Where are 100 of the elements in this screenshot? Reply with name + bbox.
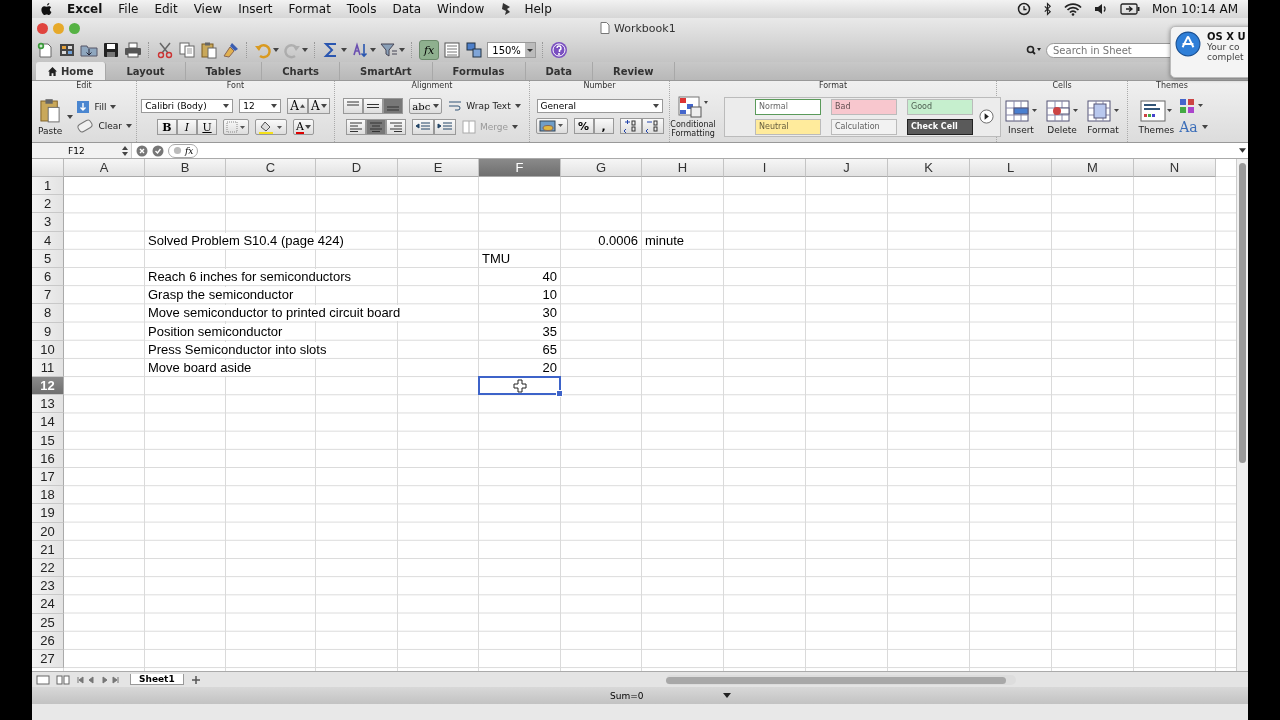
paste-icon[interactable] — [200, 41, 218, 59]
increase-indent-button[interactable] — [433, 119, 456, 135]
scissors-icon[interactable] — [156, 41, 174, 59]
percent-button[interactable]: % — [573, 118, 594, 134]
sort-icon[interactable] — [351, 41, 369, 59]
scrollbar-thumb[interactable] — [1239, 163, 1246, 463]
vertical-scrollbar[interactable] — [1236, 159, 1248, 671]
clear-button[interactable]: Clear — [76, 119, 132, 133]
column-header[interactable]: C — [226, 159, 316, 177]
increase-decimal-button[interactable] — [619, 118, 642, 134]
horizontal-scrollbar[interactable] — [665, 674, 1016, 685]
column-header[interactable]: L — [970, 159, 1052, 177]
column-header[interactable]: K — [888, 159, 970, 177]
new-document-icon[interactable] — [36, 41, 54, 59]
align-bottom-button[interactable] — [383, 98, 404, 114]
align-middle-button[interactable] — [363, 98, 384, 114]
zoom-dropdown[interactable]: 150% — [487, 42, 536, 58]
caret-icon[interactable] — [1239, 148, 1246, 153]
filter-icon[interactable] — [380, 41, 398, 59]
row-header[interactable]: 12 — [32, 377, 64, 396]
caret-icon[interactable] — [399, 48, 405, 52]
font-size-dropdown[interactable]: 12 — [239, 99, 282, 113]
menu-item[interactable]: Edit — [154, 0, 178, 18]
page-layout-icon[interactable] — [56, 674, 70, 685]
theme-colors-icon[interactable] — [1179, 98, 1206, 114]
borders-button[interactable] — [223, 119, 249, 135]
ribbon-tab[interactable]: Home — [36, 62, 107, 80]
sheet-tab[interactable]: Sheet1 — [130, 674, 184, 685]
brush-icon[interactable] — [222, 41, 240, 59]
save-icon[interactable] — [102, 41, 120, 59]
menu-item[interactable]: Window — [437, 0, 485, 18]
bold-button[interactable]: B — [157, 119, 177, 135]
row-header[interactable]: 3 — [32, 213, 64, 232]
check-icon[interactable] — [152, 144, 164, 157]
menu-item[interactable]: Insert — [238, 0, 273, 18]
add-sheet-icon[interactable] — [189, 673, 202, 686]
menu-clock[interactable]: Mon 10:14 AM — [1151, 0, 1238, 18]
help-icon[interactable] — [549, 41, 568, 59]
column-header[interactable]: B — [145, 159, 226, 177]
list-icon[interactable] — [443, 41, 462, 59]
search-icon[interactable] — [1026, 45, 1042, 55]
orientation-button[interactable]: abc — [409, 98, 443, 114]
menu-item[interactable]: View — [193, 0, 223, 18]
number-format-dropdown[interactable]: General — [536, 99, 663, 113]
menu-item[interactable]: Tools — [346, 0, 377, 18]
ribbon-tab[interactable]: Charts — [262, 62, 341, 80]
row-header[interactable]: 1 — [32, 177, 64, 196]
name-box[interactable]: F12 — [32, 143, 132, 158]
menu-item[interactable]: File — [118, 0, 139, 18]
row-header[interactable]: 24 — [32, 595, 64, 614]
align-center-button[interactable] — [365, 119, 386, 135]
ribbon-tab[interactable]: Formulas — [432, 62, 526, 80]
fill-color-button[interactable] — [255, 119, 287, 135]
caret-icon[interactable] — [273, 48, 279, 52]
copy-icon[interactable] — [178, 41, 196, 59]
cell-style-swatch[interactable]: Check Cell — [907, 118, 973, 135]
wrap-text-button[interactable]: Wrap Text — [448, 100, 521, 112]
wifi-icon[interactable] — [1063, 2, 1082, 16]
cancel-icon[interactable] — [136, 144, 148, 157]
template-gallery-icon[interactable] — [58, 41, 76, 59]
cells-button[interactable]: Insert — [1002, 98, 1040, 135]
active-cell[interactable] — [478, 376, 561, 396]
themes-button[interactable]: Themes — [1136, 98, 1177, 135]
row-header[interactable]: 23 — [32, 577, 64, 596]
font-name-dropdown[interactable]: Calibri (Body) — [141, 99, 234, 113]
row-header[interactable]: 2 — [32, 195, 64, 214]
app-menu[interactable]: Excel — [67, 0, 103, 18]
column-header[interactable]: G — [561, 159, 642, 177]
ribbon-tab[interactable]: Tables — [185, 62, 263, 80]
caret-icon[interactable] — [341, 48, 347, 52]
formula-builder-button[interactable]: fx — [419, 40, 440, 60]
print-icon[interactable] — [124, 41, 142, 59]
theme-fonts-button[interactable]: Aa — [1179, 119, 1208, 135]
italic-button[interactable]: I — [177, 119, 197, 135]
bluetooth-icon[interactable] — [1042, 2, 1052, 16]
caret-icon[interactable] — [67, 114, 74, 119]
media-browser-icon[interactable] — [465, 41, 484, 59]
grow-font-button[interactable]: A — [287, 98, 308, 114]
battery-icon[interactable] — [1119, 3, 1140, 15]
row-header[interactable]: 19 — [32, 504, 64, 523]
column-header[interactable]: D — [316, 159, 398, 177]
row-header[interactable]: 17 — [32, 468, 64, 487]
row-header[interactable]: 7 — [32, 286, 64, 305]
decrease-indent-button[interactable] — [411, 119, 434, 135]
currency-button[interactable] — [535, 118, 568, 134]
paste-button[interactable]: Paste — [36, 97, 65, 136]
align-left-button[interactable] — [345, 119, 366, 135]
apple-icon[interactable] — [40, 1, 53, 17]
font-color-button[interactable]: A — [293, 119, 314, 135]
ribbon-tab[interactable]: Layout — [106, 62, 186, 80]
row-header[interactable]: 13 — [32, 395, 64, 414]
row-header[interactable]: 8 — [32, 304, 64, 323]
decrease-decimal-button[interactable] — [641, 118, 664, 134]
script-icon[interactable] — [500, 2, 513, 16]
cell-style-swatch[interactable]: Bad — [831, 98, 897, 115]
close-button[interactable] — [37, 22, 48, 34]
ribbon-tab[interactable]: SmartArt — [340, 62, 433, 80]
caret-icon[interactable] — [370, 48, 376, 52]
column-header[interactable]: F — [479, 159, 561, 177]
column-header[interactable]: I — [724, 159, 806, 177]
